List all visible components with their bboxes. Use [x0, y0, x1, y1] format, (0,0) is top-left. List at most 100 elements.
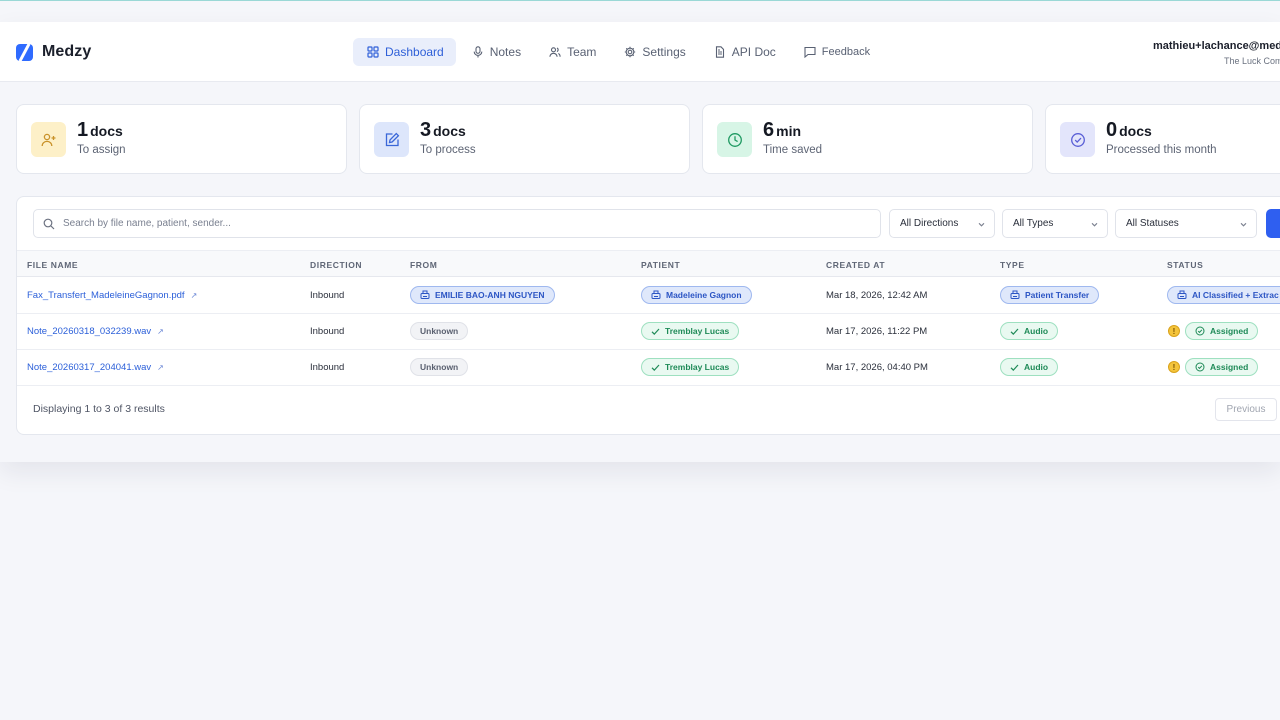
external-link-icon: ↗ — [157, 327, 164, 336]
top-header: Medzy Dashboard Notes Team Settings API … — [0, 22, 1280, 82]
created-value: Mar 17, 2026, 04:40 PM — [826, 362, 928, 373]
from-pill: Unknown — [410, 358, 469, 376]
file-link[interactable]: Note_20260318_032239.wav ↗ — [27, 326, 164, 337]
patient-value: Madeleine Gagnon — [666, 290, 742, 300]
nav-settings-label: Settings — [642, 45, 686, 59]
check-icon — [1010, 328, 1019, 335]
external-link-icon: ↗ — [157, 363, 164, 372]
status-value: Assigned — [1210, 326, 1249, 336]
nav-settings[interactable]: Settings — [610, 38, 697, 66]
type-filter-value: All Types — [1013, 218, 1054, 229]
type-pill: Patient Transfer — [1000, 286, 1100, 304]
search-icon — [43, 218, 55, 230]
search-input[interactable] — [63, 218, 880, 229]
col-patient[interactable]: PATIENT — [641, 260, 680, 270]
col-from[interactable]: FROM — [410, 260, 437, 270]
check-circle-icon — [1070, 132, 1085, 147]
nav-team[interactable]: Team — [535, 38, 608, 66]
type-pill: Audio — [1000, 358, 1059, 376]
table-row[interactable]: Note_20260318_032239.wav ↗ Inbound Unknow… — [17, 314, 1280, 350]
patient-pill[interactable]: Tremblay Lucas — [641, 358, 740, 376]
direction-value: Inbound — [310, 326, 345, 337]
status-pill: AI Classified + Extrac — [1167, 286, 1280, 304]
chevron-down-icon — [978, 222, 985, 227]
nav-dashboard[interactable]: Dashboard — [353, 38, 456, 66]
status-value: Assigned — [1210, 362, 1249, 372]
search-box[interactable] — [33, 209, 881, 238]
file-link[interactable]: Note_20260317_204041.wav ↗ — [27, 362, 164, 373]
medzy-logo-icon — [16, 43, 33, 61]
stat-card-to-assign[interactable]: 1 docs To assign — [16, 104, 347, 174]
direction-filter[interactable]: All Directions — [889, 209, 995, 238]
type-pill: Audio — [1000, 322, 1059, 340]
table-row[interactable]: Fax_Transfert_MadeleineGagnon.pdf ↗ Inbou… — [17, 278, 1280, 314]
table-row[interactable]: Note_20260317_204041.wav ↗ Inbound Unknow… — [17, 350, 1280, 386]
stat-value: 3 docs — [420, 119, 466, 141]
status-filter[interactable]: All Statuses — [1115, 209, 1257, 238]
created-value: Mar 18, 2026, 12:42 AM — [826, 290, 928, 301]
document-icon — [715, 46, 724, 58]
previous-page-button[interactable]: Previous — [1215, 398, 1277, 421]
account-org: The Luck Com — [1224, 56, 1280, 66]
check-icon — [1010, 364, 1019, 371]
primary-action-button[interactable] — [1266, 209, 1280, 238]
file-link[interactable]: Fax_Transfert_MadeleineGagnon.pdf ↗ — [27, 290, 197, 301]
top-accent-line — [0, 0, 1280, 1]
stat-card-processed-month[interactable]: 0 docs Processed this month — [1045, 104, 1280, 174]
fax-icon — [420, 290, 430, 299]
fax-icon — [651, 290, 661, 299]
from-value: Unknown — [420, 326, 459, 336]
gear-icon — [625, 46, 636, 58]
status-value: AI Classified + Extrac — [1192, 290, 1279, 300]
created-value: Mar 17, 2026, 11:22 PM — [826, 326, 928, 337]
table-header: FILE NAME DIRECTION FROM PATIENT CREATED… — [17, 250, 1280, 277]
brand-logo[interactable]: Medzy — [16, 43, 91, 61]
external-link-icon: ↗ — [190, 291, 198, 300]
from-pill[interactable]: EMILIE BAO-ANH NGUYEN — [410, 286, 555, 304]
from-value: Unknown — [420, 362, 459, 372]
patient-value: Tremblay Lucas — [665, 362, 730, 372]
nav-notes[interactable]: Notes — [458, 38, 533, 66]
user-plus-icon — [41, 133, 55, 146]
nav-api-doc[interactable]: API Doc — [700, 38, 788, 66]
fax-icon — [1177, 290, 1187, 299]
app-shell: Medzy Dashboard Notes Team Settings API … — [0, 22, 1280, 462]
status-pill: Assigned — [1185, 358, 1259, 376]
stat-card-to-process[interactable]: 3 docs To process — [359, 104, 690, 174]
stat-card-time-saved[interactable]: 6 min Time saved — [702, 104, 1033, 174]
type-value: Audio — [1024, 362, 1049, 372]
brand-name: Medzy — [42, 43, 92, 60]
warning-icon[interactable]: ! — [1168, 325, 1180, 337]
account-menu[interactable]: mathieu+lachance@medz The Luck Com — [1153, 40, 1280, 66]
col-direction[interactable]: DIRECTION — [310, 260, 362, 270]
nav-feedback-label: Feedback — [821, 46, 871, 58]
nav-notes-label: Notes — [489, 45, 522, 59]
direction-filter-value: All Directions — [900, 218, 959, 229]
col-status[interactable]: STATUS — [1167, 260, 1203, 270]
patient-pill[interactable]: Tremblay Lucas — [641, 322, 740, 340]
patient-pill[interactable]: Madeleine Gagnon — [641, 286, 752, 304]
check-circle-icon — [1195, 362, 1205, 372]
col-created-at[interactable]: CREATED AT — [826, 260, 885, 270]
check-icon — [651, 328, 660, 335]
main-nav: Dashboard Notes Team Settings API Doc Fe… — [353, 38, 882, 66]
nav-dashboard-label: Dashboard — [385, 45, 444, 59]
stat-value: 0 docs — [1106, 119, 1152, 141]
check-icon — [651, 364, 660, 371]
stat-label: To assign — [77, 144, 126, 156]
pagination-summary: Displaying 1 to 3 of 3 results — [33, 403, 165, 415]
chevron-down-icon — [1240, 222, 1247, 227]
stat-badge — [717, 122, 752, 157]
documents-panel: All Directions All Types All Statuses FI… — [16, 196, 1280, 435]
edit-icon — [385, 132, 399, 146]
from-pill: Unknown — [410, 322, 469, 340]
col-file-name[interactable]: FILE NAME — [27, 260, 78, 270]
col-type[interactable]: TYPE — [1000, 260, 1025, 270]
stat-badge — [374, 122, 409, 157]
nav-api-doc-label: API Doc — [731, 45, 776, 59]
stat-badge — [31, 122, 66, 157]
type-filter[interactable]: All Types — [1002, 209, 1108, 238]
nav-team-label: Team — [567, 45, 597, 59]
warning-icon[interactable]: ! — [1168, 361, 1180, 373]
nav-feedback[interactable]: Feedback — [790, 38, 882, 66]
